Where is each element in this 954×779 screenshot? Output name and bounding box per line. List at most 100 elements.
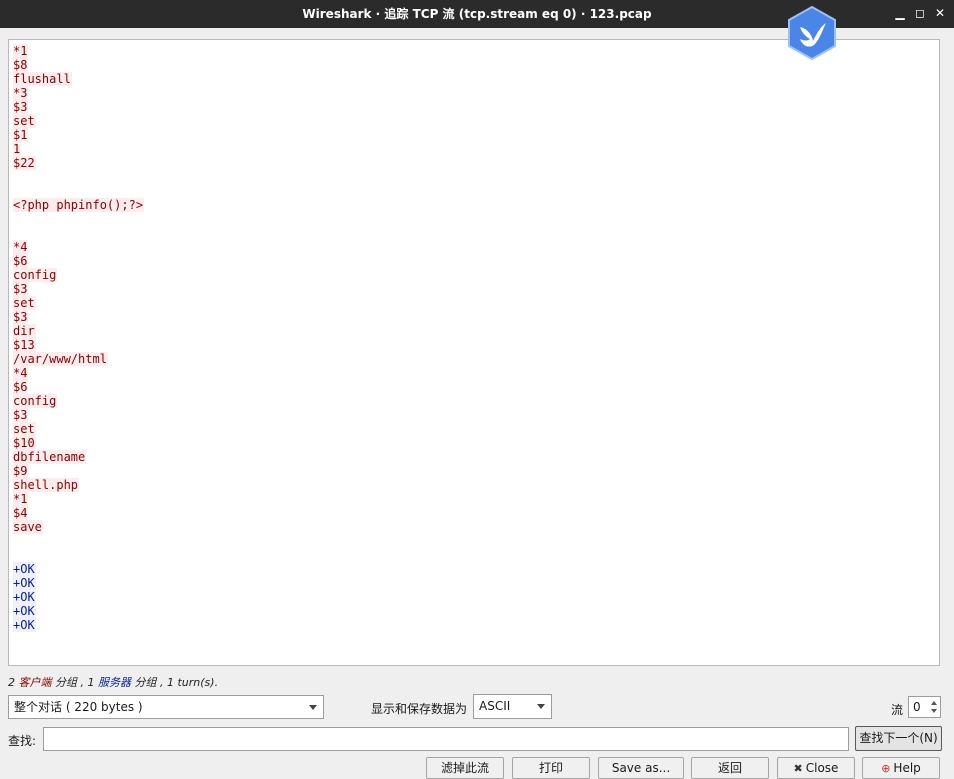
close-button[interactable]: ✖ Close (777, 757, 855, 779)
help-label: Help (893, 761, 921, 775)
conversation-select[interactable]: 整个对话 ( 220 bytes ) (8, 695, 324, 719)
stream-line-text: $3 (13, 282, 29, 296)
stream-line-text: *4 (13, 240, 29, 254)
spin-up-icon[interactable] (931, 701, 937, 705)
save-as-button[interactable]: Save as... (598, 757, 684, 779)
filter-out-button[interactable]: 滤掉此流 (426, 757, 504, 779)
stream-line-text: *1 (13, 44, 29, 58)
stream-line-text (13, 184, 14, 198)
stream-line-text: save (13, 520, 43, 534)
client-stream-line: set (13, 422, 935, 436)
server-packet-count: 1 (87, 676, 95, 689)
stream-line-text (13, 548, 14, 562)
client-stream-line: save (13, 520, 935, 534)
client-stream-line (13, 226, 935, 240)
back-button[interactable]: 返回 (691, 757, 769, 779)
client-stream-line: *1 (13, 492, 935, 506)
maximize-icon[interactable]: ◻ (912, 5, 928, 21)
client-stream-line: $22 (13, 156, 935, 170)
client-stream-line: $3 (13, 310, 935, 324)
client-stream-line: $10 (13, 436, 935, 450)
stream-line-text: set (13, 422, 36, 436)
summary-part1: 分组 , (51, 676, 88, 689)
conversation-select-value: 整个对话 ( 220 bytes ) (14, 700, 143, 714)
stream-number-value: 0 (913, 700, 921, 714)
client-stream-line: set (13, 114, 935, 128)
stream-line-text: $10 (13, 436, 36, 450)
stream-line-text: <?php phpinfo();?> (13, 198, 145, 212)
stream-line-text (13, 534, 14, 548)
stream-line-text: +OK (13, 562, 36, 576)
filter-out-label: 滤掉此流 (440, 761, 489, 775)
print-button[interactable]: 打印 (512, 757, 590, 779)
server-stream-line: +OK (13, 590, 935, 604)
client-stream-line: $6 (13, 254, 935, 268)
back-label: 返回 (717, 761, 742, 775)
find-input[interactable] (43, 727, 849, 751)
print-label: 打印 (538, 761, 563, 775)
spin-down-icon[interactable] (931, 709, 937, 713)
close-icon[interactable]: ✕ (932, 5, 948, 21)
client-stream-line: *3 (13, 86, 935, 100)
stream-line-text (13, 170, 14, 184)
stream-line-text: +OK (13, 618, 36, 632)
client-stream-line (13, 534, 935, 548)
stream-line-text: flushall (13, 72, 72, 86)
stream-line-text: $13 (13, 338, 36, 352)
stream-line-text (13, 212, 14, 226)
client-stream-line: dbfilename (13, 450, 935, 464)
stream-line-text: +OK (13, 590, 36, 604)
client-stream-line: $6 (13, 380, 935, 394)
find-next-button[interactable]: 查找下一个(N) (855, 726, 942, 751)
chevron-down-icon (309, 705, 317, 710)
client-stream-line: $3 (13, 408, 935, 422)
stream-line-text: $3 (13, 100, 29, 114)
server-stream-line: +OK (13, 562, 935, 576)
stream-line-text: $3 (13, 408, 29, 422)
stream-line-text: config (13, 268, 58, 282)
save-as-label: Save as... (611, 761, 671, 775)
client-stream-line (13, 184, 935, 198)
client-stream-line: dir (13, 324, 935, 338)
close-x-icon: ✖ (793, 762, 803, 775)
stream-line-text: $6 (13, 254, 29, 268)
stream-line-text: $8 (13, 58, 29, 72)
server-stream-line: +OK (13, 576, 935, 590)
stream-line-text: *1 (13, 492, 29, 506)
client-stream-line: config (13, 394, 935, 408)
client-stream-line: shell.php (13, 478, 935, 492)
client-stream-line: $1 (13, 128, 935, 142)
bird-hexagon-icon[interactable] (786, 5, 838, 61)
stream-line-text: set (13, 296, 36, 310)
stream-number-spinbox[interactable]: 0 (908, 696, 941, 718)
stream-line-text: $1 (13, 128, 29, 142)
close-label: Close (805, 761, 839, 775)
client-stream-line: $4 (13, 506, 935, 520)
client-stream-line: <?php phpinfo();?> (13, 198, 935, 212)
client-label: 客户端 (18, 676, 52, 689)
stream-line-text: +OK (13, 576, 36, 590)
format-select[interactable]: ASCII (473, 694, 552, 719)
help-button[interactable]: ⊕ Help (862, 757, 940, 779)
client-stream-line: flushall (13, 72, 935, 86)
server-stream-line: +OK (13, 604, 935, 618)
client-stream-line: $13 (13, 338, 935, 352)
minimize-icon[interactable]: ▁ (892, 5, 908, 21)
client-stream-line: $3 (13, 100, 935, 114)
stream-line-text: *4 (13, 366, 29, 380)
server-stream-line: +OK (13, 618, 935, 632)
stream-line-text: $9 (13, 464, 29, 478)
stream-line-text: shell.php (13, 478, 80, 492)
stream-line-text (13, 226, 14, 240)
client-stream-line: /var/www/html (13, 352, 935, 366)
stream-content[interactable]: *1 $8 flushall *3 $3 set $1 1 $22 <?php phpinfo()… (8, 39, 940, 666)
chevron-down-icon (537, 704, 545, 709)
stream-line-text: 1 (13, 142, 22, 156)
stream-line-text: /var/www/html (13, 352, 108, 366)
stream-line-text: $4 (13, 506, 29, 520)
client-stream-line: $3 (13, 282, 935, 296)
client-stream-line: $9 (13, 464, 935, 478)
client-stream-line: *4 (13, 366, 935, 380)
summary-part2: 分组 , 1 turn(s). (131, 676, 219, 689)
stream-line-text: $22 (13, 156, 36, 170)
